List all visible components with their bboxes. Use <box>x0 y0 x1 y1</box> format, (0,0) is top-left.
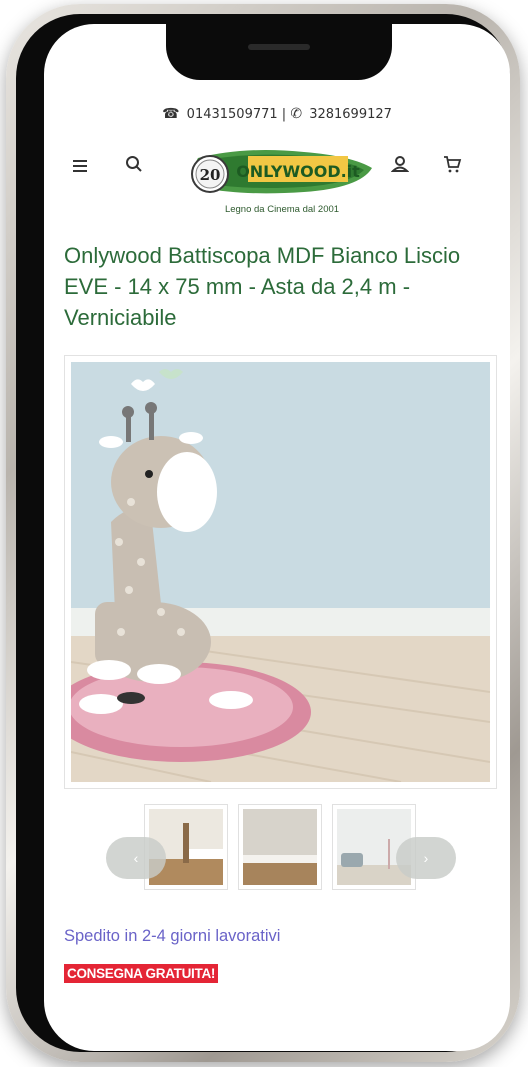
product-title: Onlywood Battiscopa MDF Bianco Liscio EV… <box>64 243 461 330</box>
thumbnail-2[interactable] <box>238 804 322 890</box>
phone-number[interactable]: 01431509771 <box>187 107 278 122</box>
separator: | <box>281 107 287 122</box>
thumbnail-strip <box>144 804 424 894</box>
speaker <box>248 44 310 50</box>
gallery-next-button[interactable]: › <box>396 837 456 879</box>
menu-icon[interactable] <box>66 152 94 180</box>
user-icon[interactable] <box>386 150 414 178</box>
notch <box>166 24 392 80</box>
contact-bar: ☎ 01431509771 | ✆ 3281699127 <box>44 106 510 122</box>
site-logo[interactable]: 20 ONLYWOOD.it Legno da Cinema dal 2001 <box>184 144 380 224</box>
phone-frame: ☎ 01431509771 | ✆ 3281699127 20 ONLYWOOD… <box>6 4 520 1062</box>
search-icon[interactable] <box>120 150 148 178</box>
whatsapp-number[interactable]: 3281699127 <box>309 107 392 122</box>
site-header: 20 ONLYWOOD.it Legno da Cinema dal 2001 <box>44 136 510 226</box>
logo-tagline: Legno da Cinema dal 2001 <box>224 204 340 215</box>
phone-icon: ☎ <box>162 106 180 122</box>
logo-badge: 20 <box>200 166 221 184</box>
product-main-image[interactable] <box>64 355 497 789</box>
screen: ☎ 01431509771 | ✆ 3281699127 20 ONLYWOOD… <box>44 24 510 1051</box>
logo-text: ONLYWOOD.it <box>236 162 360 181</box>
free-delivery-badge: CONSEGNA GRATUITA! <box>64 964 219 983</box>
whatsapp-icon: ✆ <box>290 106 303 122</box>
shipping-info: Spedito in 2-4 giorni lavorativi <box>64 927 281 945</box>
cart-icon[interactable] <box>438 150 466 178</box>
gallery-prev-button[interactable]: ‹ <box>106 837 166 879</box>
